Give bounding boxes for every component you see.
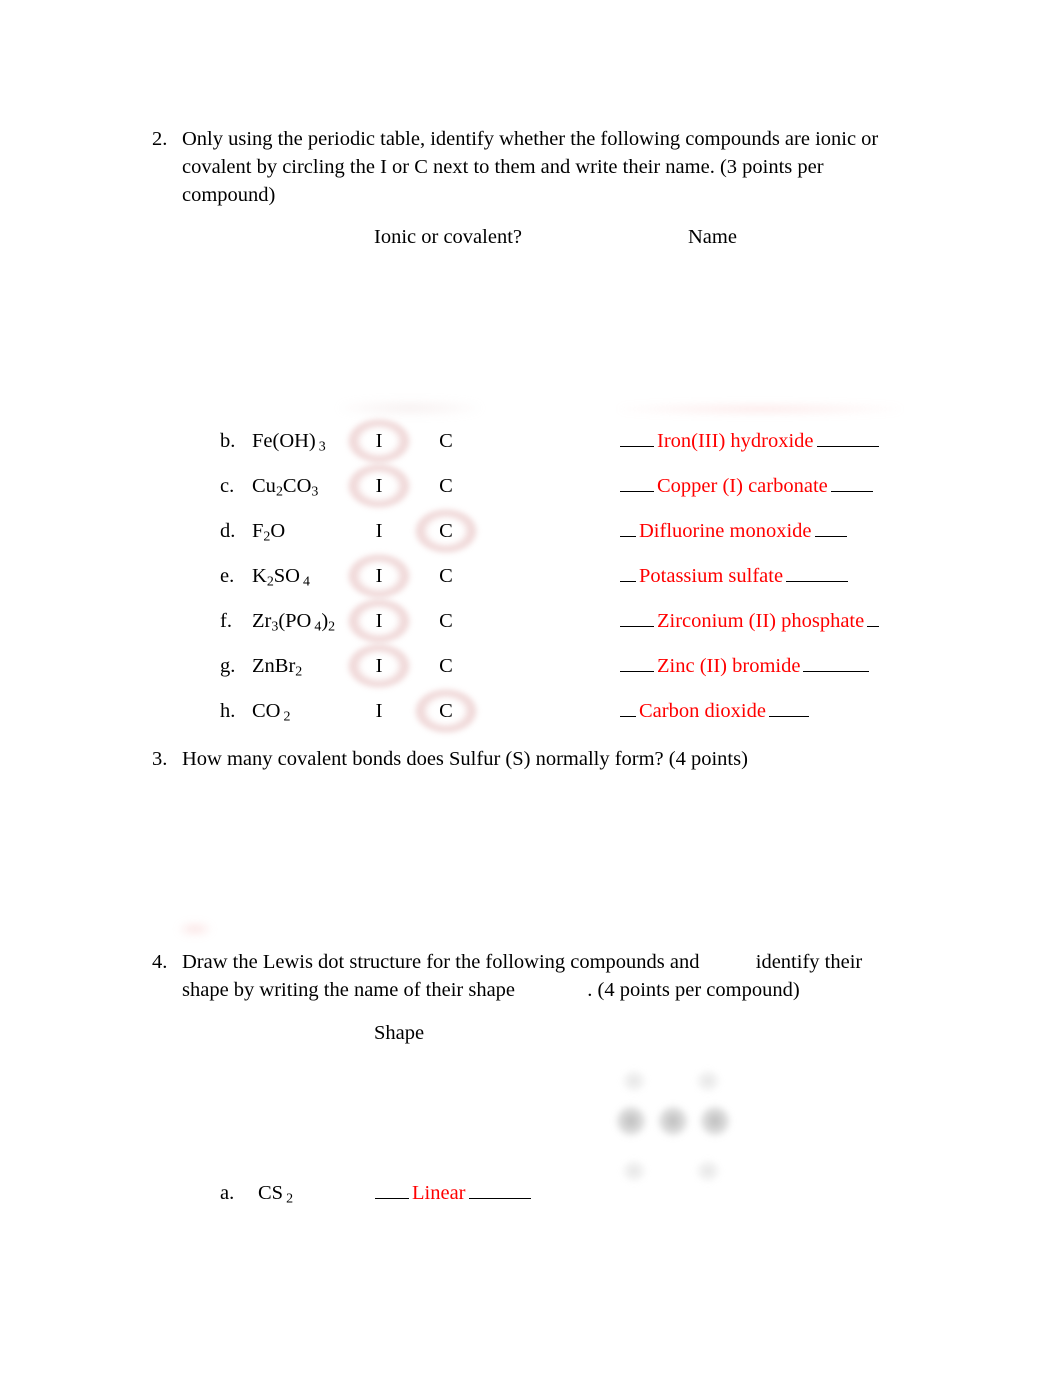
compound-row: h. CO 2 I C Carbon dioxide: [220, 689, 980, 733]
answer-blank-leading[interactable]: [620, 564, 636, 582]
lewis-dot-pair-top-left: [622, 1070, 646, 1092]
compound-name-answer: Zinc (II) bromide: [657, 655, 801, 677]
question-3: 3. How many covalent bonds does Sulfur (…: [152, 745, 892, 773]
compound-name-answer: Zirconium (II) phosphate: [657, 610, 865, 632]
question-4-number: 4.: [152, 951, 168, 973]
answer-blank-trailing[interactable]: [830, 474, 873, 492]
shape-item-row: a. CS 2 Linear: [220, 1178, 820, 1208]
lewis-atom-left: [616, 1106, 646, 1136]
compound-row: b. Fe(OH) 3 I C Iron(III) hydroxide: [220, 419, 980, 463]
answer-blank-leading[interactable]: [620, 699, 636, 717]
choice-ionic[interactable]: I: [368, 651, 390, 681]
answer-blank-leading[interactable]: [620, 609, 654, 627]
compound-name-answer: Potassium sulfate: [639, 565, 784, 587]
compound-name-answer-cell[interactable]: Zinc (II) bromide: [620, 651, 870, 681]
shape-blank-trailing[interactable]: [468, 1181, 531, 1199]
compound-formula: Zr3(PO 4)2: [252, 610, 336, 635]
compound-name-answer: Copper (I) carbonate: [657, 475, 828, 497]
answer-blank-leading[interactable]: [620, 429, 654, 447]
answer-blank-trailing[interactable]: [867, 609, 880, 627]
choice-covalent[interactable]: C: [435, 651, 457, 681]
choice-covalent[interactable]: C: [435, 696, 457, 726]
faded-mark-choices: [340, 400, 480, 416]
compound-row: c. Cu2CO3 I C Copper (I) carbonate: [220, 464, 980, 508]
answer-blank-trailing[interactable]: [803, 654, 870, 672]
compound-formula: ZnBr2: [252, 655, 303, 680]
compound-row: g. ZnBr2 I C Zinc (II) bromide: [220, 644, 980, 688]
compound-name-answer-cell[interactable]: Potassium sulfate: [620, 561, 849, 591]
answer-blank-trailing[interactable]: [768, 699, 809, 717]
shape-blank-leading[interactable]: [375, 1181, 409, 1199]
compound-name-answer-cell[interactable]: Difluorine monoxide: [620, 516, 847, 546]
compound-row-letter: f.: [220, 610, 232, 632]
worksheet-page: 2. Only using the periodic table, identi…: [0, 0, 1062, 1376]
choice-covalent[interactable]: C: [435, 606, 457, 636]
compound-row-letter: b.: [220, 430, 236, 452]
column-header-ionic-or-covalent: Ionic or covalent?: [374, 226, 522, 248]
lewis-atom-center: [658, 1106, 688, 1136]
compound-row-letter: g.: [220, 655, 236, 677]
compound-row-letter: h.: [220, 700, 236, 722]
compound-formula: F2O: [252, 520, 286, 545]
faded-mark-name-column: [620, 404, 900, 414]
column-header-name: Name: [688, 226, 737, 248]
compound-name-answer-cell[interactable]: Carbon dioxide: [620, 696, 809, 726]
choice-ionic[interactable]: I: [368, 606, 390, 636]
answer-blank-trailing[interactable]: [816, 429, 879, 447]
question-2-text: Only using the periodic table, identify …: [182, 128, 879, 206]
choice-ionic[interactable]: I: [368, 561, 390, 591]
choice-ionic[interactable]: I: [368, 471, 390, 501]
answer-blank-trailing[interactable]: [814, 519, 847, 537]
choice-ionic[interactable]: I: [368, 696, 390, 726]
compound-name-answer-cell[interactable]: Iron(III) hydroxide: [620, 426, 879, 456]
compound-formula: Fe(OH) 3: [252, 430, 326, 455]
question-4-text-part1: Draw the Lewis dot structure for the fol…: [182, 951, 700, 973]
compound-row-letter: d.: [220, 520, 236, 542]
faded-mark-question-4: [178, 922, 212, 936]
choice-covalent[interactable]: C: [435, 426, 457, 456]
compound-name-answer-cell[interactable]: Copper (I) carbonate: [620, 471, 873, 501]
compound-row: e. K2SO 4 I C Potassium sulfate: [220, 554, 980, 598]
answer-blank-leading[interactable]: [620, 654, 654, 672]
compound-formula: Cu2CO3: [252, 475, 319, 500]
question-2-number: 2.: [152, 128, 168, 150]
compound-name-answer: Carbon dioxide: [639, 700, 766, 722]
column-header-shape: Shape: [374, 1022, 425, 1044]
compound-row: d. F2O I C Difluorine monoxide: [220, 509, 980, 553]
choice-ionic[interactable]: I: [368, 426, 390, 456]
question-4-text: Draw the Lewis dot structure for the fol…: [182, 948, 892, 1004]
compound-row-letter: c.: [220, 475, 235, 497]
compound-formula: K2SO 4: [252, 565, 310, 590]
choice-ionic[interactable]: I: [368, 516, 390, 546]
choice-covalent[interactable]: C: [435, 516, 457, 546]
compound-row: f. Zr3(PO 4)2 I C Zirconium (II) phosphate: [220, 599, 980, 643]
choice-covalent[interactable]: C: [435, 471, 457, 501]
shape-answer: Linear: [412, 1182, 466, 1204]
choice-covalent[interactable]: C: [435, 561, 457, 591]
question-3-text: How many covalent bonds does Sulfur (S) …: [182, 748, 748, 770]
answer-blank-trailing[interactable]: [786, 564, 849, 582]
lewis-dot-pair-top-right: [696, 1070, 720, 1092]
compound-name-answer: Iron(III) hydroxide: [657, 430, 814, 452]
answer-blank-leading[interactable]: [620, 474, 654, 492]
shape-item-formula: CS 2: [258, 1182, 294, 1207]
question-2: 2. Only using the periodic table, identi…: [152, 125, 892, 209]
question-4: 4. Draw the Lewis dot structure for the …: [152, 948, 892, 1004]
shape-item-letter: a.: [220, 1182, 235, 1204]
compound-formula: CO 2: [252, 700, 291, 725]
answer-blank-leading[interactable]: [620, 519, 636, 537]
question-4-text-part3: . (4 points per compound): [587, 979, 800, 1001]
compound-name-answer: Difluorine monoxide: [639, 520, 812, 542]
compound-name-answer-cell[interactable]: Zirconium (II) phosphate: [620, 606, 880, 636]
shape-answer-cell[interactable]: Linear: [375, 1178, 531, 1208]
question-3-number: 3.: [152, 748, 168, 770]
compound-row-letter: e.: [220, 565, 235, 587]
lewis-atom-right: [700, 1106, 730, 1136]
